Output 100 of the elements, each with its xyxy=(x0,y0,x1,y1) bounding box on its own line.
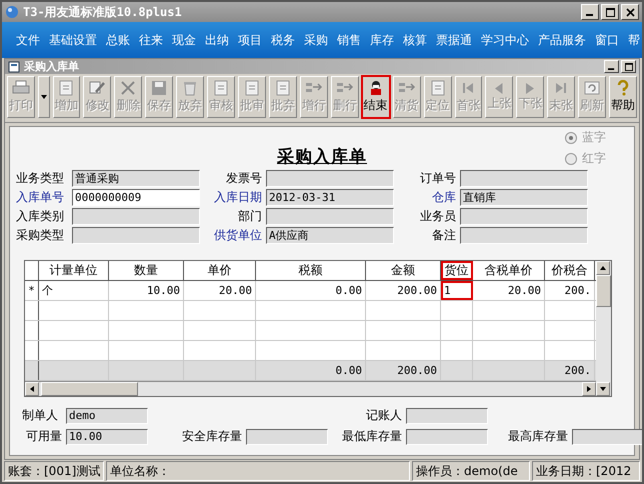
field-label: 入库类别 xyxy=(16,208,65,225)
menu-item[interactable]: 文件 xyxy=(16,32,40,48)
menu-item[interactable]: 税务 xyxy=(271,32,295,48)
field-label: 安全库存量 xyxy=(181,428,242,445)
field-label: 采购类型 xyxy=(16,227,65,244)
field-label: 最高库存量 xyxy=(507,428,568,445)
input-field[interactable]: 2012-03-31 xyxy=(266,189,394,206)
input-field[interactable] xyxy=(266,208,394,225)
minimize-button[interactable] xyxy=(581,4,599,20)
right-arrow-icon xyxy=(526,82,534,94)
status-bar-field: 业务日期：[2012 xyxy=(532,461,640,481)
field-label: 仓库 xyxy=(431,189,456,206)
input-field[interactable]: 0000000009 xyxy=(72,189,200,206)
column-header[interactable]: 税额 xyxy=(256,261,366,280)
status-bar-field: 操作员：demo(de xyxy=(412,461,530,481)
close-icon xyxy=(626,8,634,16)
document-window-title: 采购入库单 xyxy=(24,59,79,74)
field-label: 备注 xyxy=(431,227,456,244)
radio-button[interactable] xyxy=(565,132,577,144)
field-label: 可用量 xyxy=(25,428,62,445)
minimize-button[interactable] xyxy=(604,60,619,73)
field-label: 业务员 xyxy=(419,208,456,225)
menu-item[interactable]: 窗口 xyxy=(595,32,619,48)
field-label: 业务类型 xyxy=(16,170,65,187)
scroll-thumb[interactable] xyxy=(41,382,138,396)
radio-label: 红字 xyxy=(582,150,606,167)
table-cell: 1 xyxy=(441,281,473,300)
menu-item[interactable]: 出纳 xyxy=(205,32,229,48)
table-cell: 200. xyxy=(545,281,595,300)
input-field[interactable] xyxy=(406,428,488,444)
printer-icon xyxy=(12,80,30,96)
input-field[interactable]: demo xyxy=(66,408,148,424)
input-field[interactable] xyxy=(572,428,642,444)
maximize-button[interactable] xyxy=(621,60,636,73)
field-label: 订单号 xyxy=(419,170,456,187)
table-cell: 10.00 xyxy=(109,281,184,300)
menu-item[interactable]: 核算 xyxy=(403,32,427,48)
menu-item[interactable]: 现金 xyxy=(172,32,196,48)
toolbar-button[interactable]: 帮助 xyxy=(609,76,638,118)
total-cell: 200. xyxy=(545,361,595,380)
close-button[interactable] xyxy=(621,4,639,20)
menu-item[interactable]: 票据通 xyxy=(436,32,472,48)
total-cell: 200.00 xyxy=(366,361,441,380)
column-header[interactable]: 数量 xyxy=(109,261,184,280)
table-cell: 个 xyxy=(39,281,109,300)
maximize-button[interactable] xyxy=(601,4,619,20)
menu-item[interactable]: 基础设置 xyxy=(49,32,97,48)
document-icon xyxy=(57,80,76,96)
left-arrow-icon xyxy=(495,82,504,94)
radio-button[interactable] xyxy=(565,152,577,164)
menu-item[interactable]: 产品服务 xyxy=(538,32,586,48)
column-header[interactable]: 含税单价 xyxy=(473,261,545,280)
menu-item[interactable]: 库存 xyxy=(370,32,394,48)
row-header: * xyxy=(25,281,39,300)
menu-item[interactable]: 学习中心 xyxy=(481,32,529,48)
column-header[interactable]: 金额 xyxy=(366,261,441,280)
right-arrow-icon xyxy=(587,386,591,392)
input-field[interactable] xyxy=(460,170,588,187)
menu-item[interactable]: 项目 xyxy=(238,32,262,48)
status-bar-field: 单位名称： xyxy=(106,461,410,481)
field-label: 发票号 xyxy=(225,170,262,187)
horizontal-scrollbar[interactable] xyxy=(25,381,596,396)
column-header[interactable]: 计量单位 xyxy=(39,261,109,280)
table-cell: 0.00 xyxy=(256,281,366,300)
input-field[interactable] xyxy=(72,227,200,244)
field-label: 供货单位 xyxy=(213,227,262,244)
input-field[interactable] xyxy=(266,170,394,187)
document-icon xyxy=(243,80,261,96)
left-arrow-icon xyxy=(30,386,34,392)
input-field[interactable]: 10.00 xyxy=(66,428,148,444)
column-header[interactable]: 价税合 xyxy=(545,261,595,280)
document-icon xyxy=(212,80,230,96)
input-field[interactable] xyxy=(72,208,200,225)
menu-item[interactable]: 往来 xyxy=(139,32,163,48)
document-icon xyxy=(428,80,447,96)
menu-item[interactable]: 帮 xyxy=(628,32,640,48)
table-cell: 20.00 xyxy=(184,281,256,300)
column-header[interactable]: 单价 xyxy=(184,261,256,280)
up-arrow-icon xyxy=(600,266,606,270)
column-header[interactable]: 货位 xyxy=(441,261,473,280)
pencil-icon xyxy=(88,80,106,96)
menu-item[interactable]: 总账 xyxy=(106,32,130,48)
toolbar-button[interactable]: 结束 xyxy=(362,76,390,118)
app-logo-icon xyxy=(5,5,19,19)
input-field[interactable] xyxy=(460,227,588,244)
vertical-scrollbar[interactable] xyxy=(596,261,611,396)
field-label: 入库单号 xyxy=(16,189,65,206)
menu-item[interactable]: 销售 xyxy=(337,32,361,48)
input-field[interactable] xyxy=(406,408,488,424)
input-field[interactable]: 直销库 xyxy=(460,189,588,206)
total-cell: 0.00 xyxy=(256,361,366,380)
field-label: 最低库存量 xyxy=(341,428,402,445)
input-field[interactable]: A供应商 xyxy=(266,227,394,244)
input-field[interactable] xyxy=(460,208,588,225)
scroll-thumb[interactable] xyxy=(596,275,611,307)
radio-label: 蓝字 xyxy=(582,129,606,146)
input-field[interactable]: 普通采购 xyxy=(72,170,200,187)
input-field[interactable] xyxy=(246,428,328,444)
window-title: T3-用友通标准版10.8plus1 xyxy=(23,4,182,20)
menu-item[interactable]: 采购 xyxy=(304,32,328,48)
